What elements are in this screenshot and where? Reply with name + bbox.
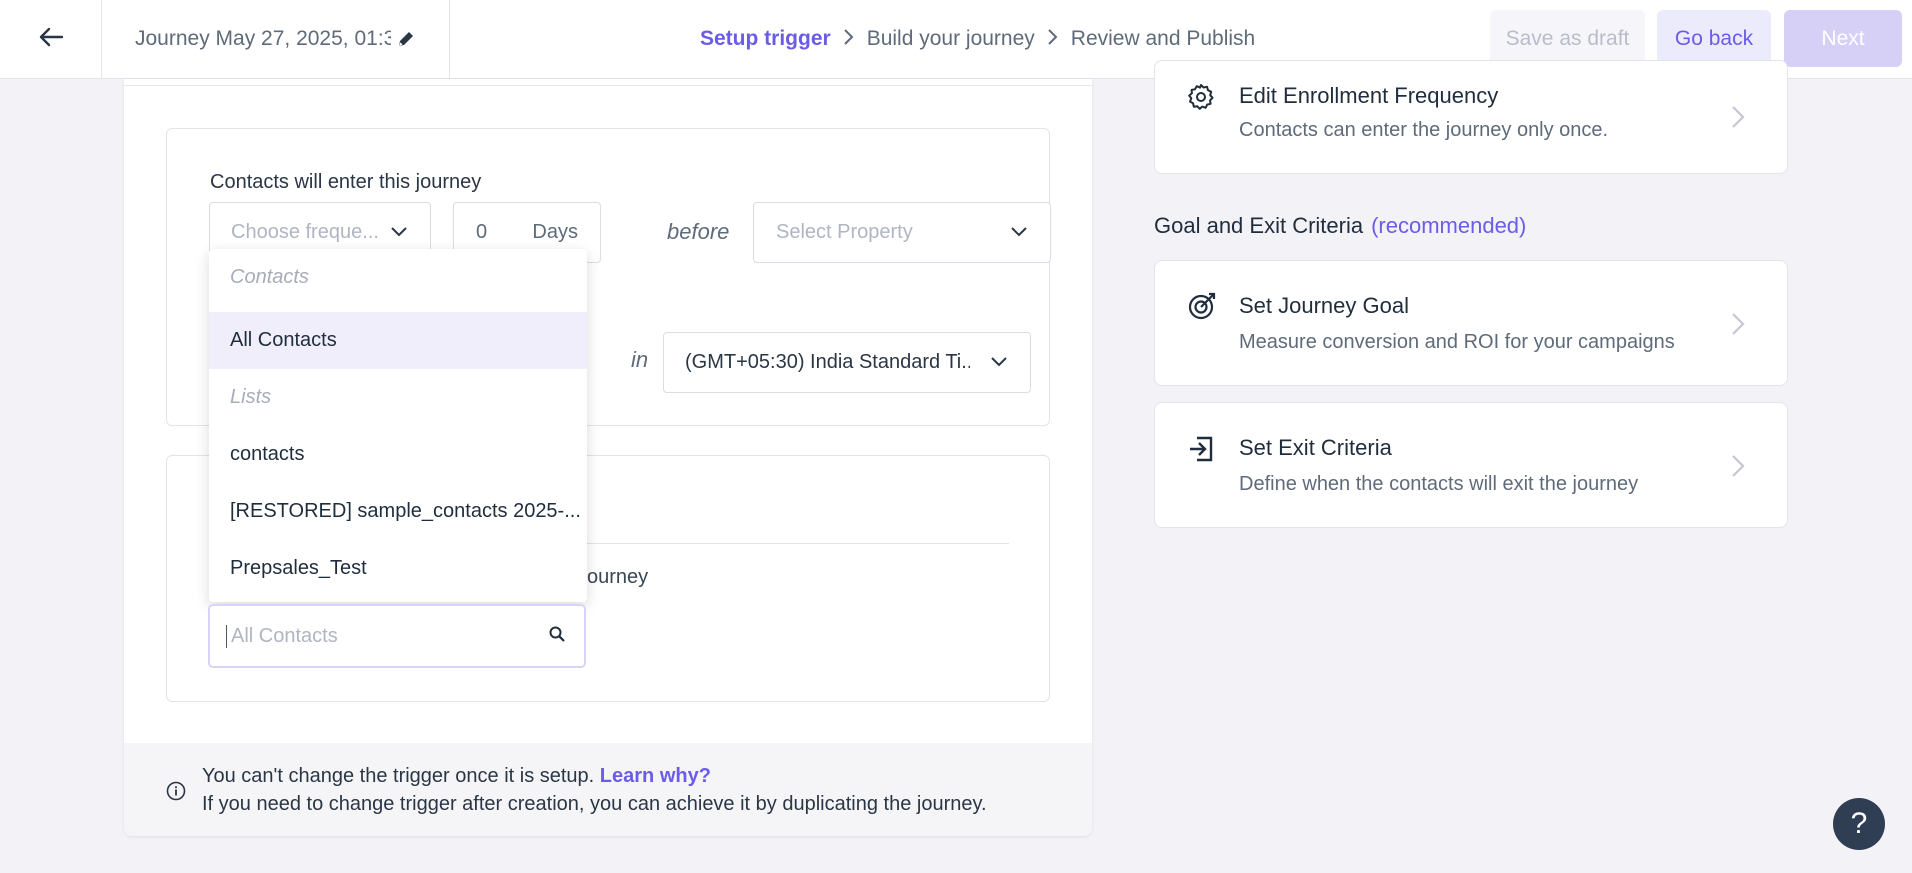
days-unit: Days: [532, 221, 578, 243]
section-heading-text: Goal and Exit Criteria: [1154, 213, 1364, 238]
dropdown-group-contacts: Contacts: [230, 266, 309, 288]
contacts-dropdown-menu: Contacts All Contacts Lists contacts [RE…: [209, 249, 587, 602]
info-banner: You can't change the trigger once it is …: [124, 743, 1092, 836]
goal-exit-heading: Goal and Exit Criteria (recommended): [1154, 213, 1526, 239]
target-icon: [1187, 291, 1217, 326]
goal-desc: Measure conversion and ROI for your camp…: [1239, 331, 1675, 353]
info-text-1: You can't change the trigger once it is …: [202, 765, 595, 787]
chevron-right-icon: [1047, 26, 1059, 52]
chevron-down-icon: [390, 221, 408, 244]
save-draft-button[interactable]: Save as draft: [1490, 10, 1645, 67]
info-icon: [166, 781, 186, 806]
edit-enrollment-card[interactable]: Edit Enrollment Frequency Contacts can e…: [1154, 60, 1788, 174]
property-select[interactable]: Select Property: [753, 202, 1051, 263]
chevron-right-icon: [843, 26, 855, 52]
timezone-select[interactable]: (GMT+05:30) India Standard Ti...: [663, 332, 1031, 393]
exit-title: Set Exit Criteria: [1239, 435, 1392, 460]
recommended-label: (recommended): [1371, 213, 1527, 238]
info-line-1: You can't change the trigger once it is …: [202, 765, 711, 788]
go-back-button[interactable]: Go back: [1657, 10, 1771, 67]
enter-journey-label: Contacts will enter this journey: [210, 171, 482, 193]
goal-title: Set Journey Goal: [1239, 293, 1409, 318]
dropdown-option-restored[interactable]: [RESTORED] sample_contacts 2025-...: [209, 483, 587, 540]
arrow-left-icon: [38, 26, 64, 53]
info-line-2: If you need to change trigger after crea…: [202, 793, 987, 815]
step-setup-trigger[interactable]: Setup trigger: [700, 27, 831, 51]
frequency-placeholder: Choose freque...: [231, 221, 379, 243]
step-review-publish[interactable]: Review and Publish: [1071, 27, 1255, 51]
contacts-search-box: [208, 604, 586, 668]
pencil-icon[interactable]: [397, 30, 415, 48]
segment-partial-text: ourney: [587, 566, 649, 588]
before-label: before: [667, 219, 730, 244]
set-exit-criteria-card[interactable]: Set Exit Criteria Define when the contac…: [1154, 402, 1788, 528]
enrollment-desc: Contacts can enter the journey only once…: [1239, 119, 1609, 141]
gear-icon: [1187, 83, 1215, 116]
contacts-search-input[interactable]: [226, 624, 526, 648]
dropdown-group-lists: Lists: [230, 386, 272, 408]
divider: [124, 85, 1092, 86]
chevron-down-icon: [990, 351, 1008, 374]
exit-desc: Define when the contacts will exit the j…: [1239, 473, 1639, 495]
enrollment-title: Edit Enrollment Frequency: [1239, 83, 1499, 108]
journey-title: Journey May 27, 2025, 01:3: [135, 27, 391, 50]
chevron-right-icon: [1731, 454, 1745, 483]
days-value: 0: [476, 221, 488, 243]
exit-icon: [1187, 435, 1215, 468]
search-icon[interactable]: [548, 625, 566, 648]
dropdown-option-contacts[interactable]: contacts: [209, 426, 587, 483]
dropdown-option-prepsales[interactable]: Prepsales_Test: [209, 540, 587, 597]
step-build-journey[interactable]: Build your journey: [867, 27, 1035, 51]
learn-why-link[interactable]: Learn why?: [600, 765, 711, 787]
timezone-value: (GMT+05:30) India Standard Ti...: [685, 351, 970, 373]
help-button[interactable]: ?: [1833, 798, 1885, 850]
dropdown-option-all-contacts[interactable]: All Contacts: [209, 312, 587, 369]
chevron-right-icon: [1731, 105, 1745, 134]
back-button[interactable]: [0, 0, 102, 78]
property-placeholder: Select Property: [776, 221, 913, 243]
journey-title-box: Journey May 27, 2025, 01:3: [102, 0, 450, 78]
chevron-right-icon: [1731, 312, 1745, 341]
next-button[interactable]: Next: [1784, 10, 1902, 67]
chevron-down-icon: [1010, 221, 1028, 244]
set-journey-goal-card[interactable]: Set Journey Goal Measure conversion and …: [1154, 260, 1788, 386]
in-label: in: [631, 347, 649, 372]
